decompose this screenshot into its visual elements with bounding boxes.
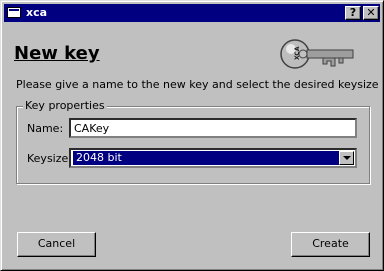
window-icon <box>7 7 21 18</box>
key-icon: XCA <box>280 39 354 69</box>
group-title: Key properties <box>23 99 107 112</box>
keysize-selected-value: 2048 bit <box>73 151 342 165</box>
name-label: Name: <box>27 122 64 135</box>
close-button[interactable]: ✕ <box>363 6 379 20</box>
title-bar[interactable]: xca ? ✕ <box>4 4 380 22</box>
help-button[interactable]: ? <box>345 6 361 20</box>
page-title: New key <box>14 43 100 64</box>
dialog-window: xca ? ✕ New key XCA Please give a name t… <box>0 0 384 271</box>
keysize-select[interactable]: 2048 bit <box>69 148 357 168</box>
window-title: xca <box>26 6 48 19</box>
name-field[interactable]: CAKey <box>69 118 357 138</box>
create-button[interactable]: Create <box>291 232 370 257</box>
cancel-button[interactable]: Cancel <box>17 232 96 257</box>
chevron-down-icon[interactable] <box>339 151 354 165</box>
key-icon-text: XCA <box>294 46 301 60</box>
keysize-label: Keysize <box>27 152 69 165</box>
description-text: Please give a name to the new key and se… <box>16 78 379 91</box>
